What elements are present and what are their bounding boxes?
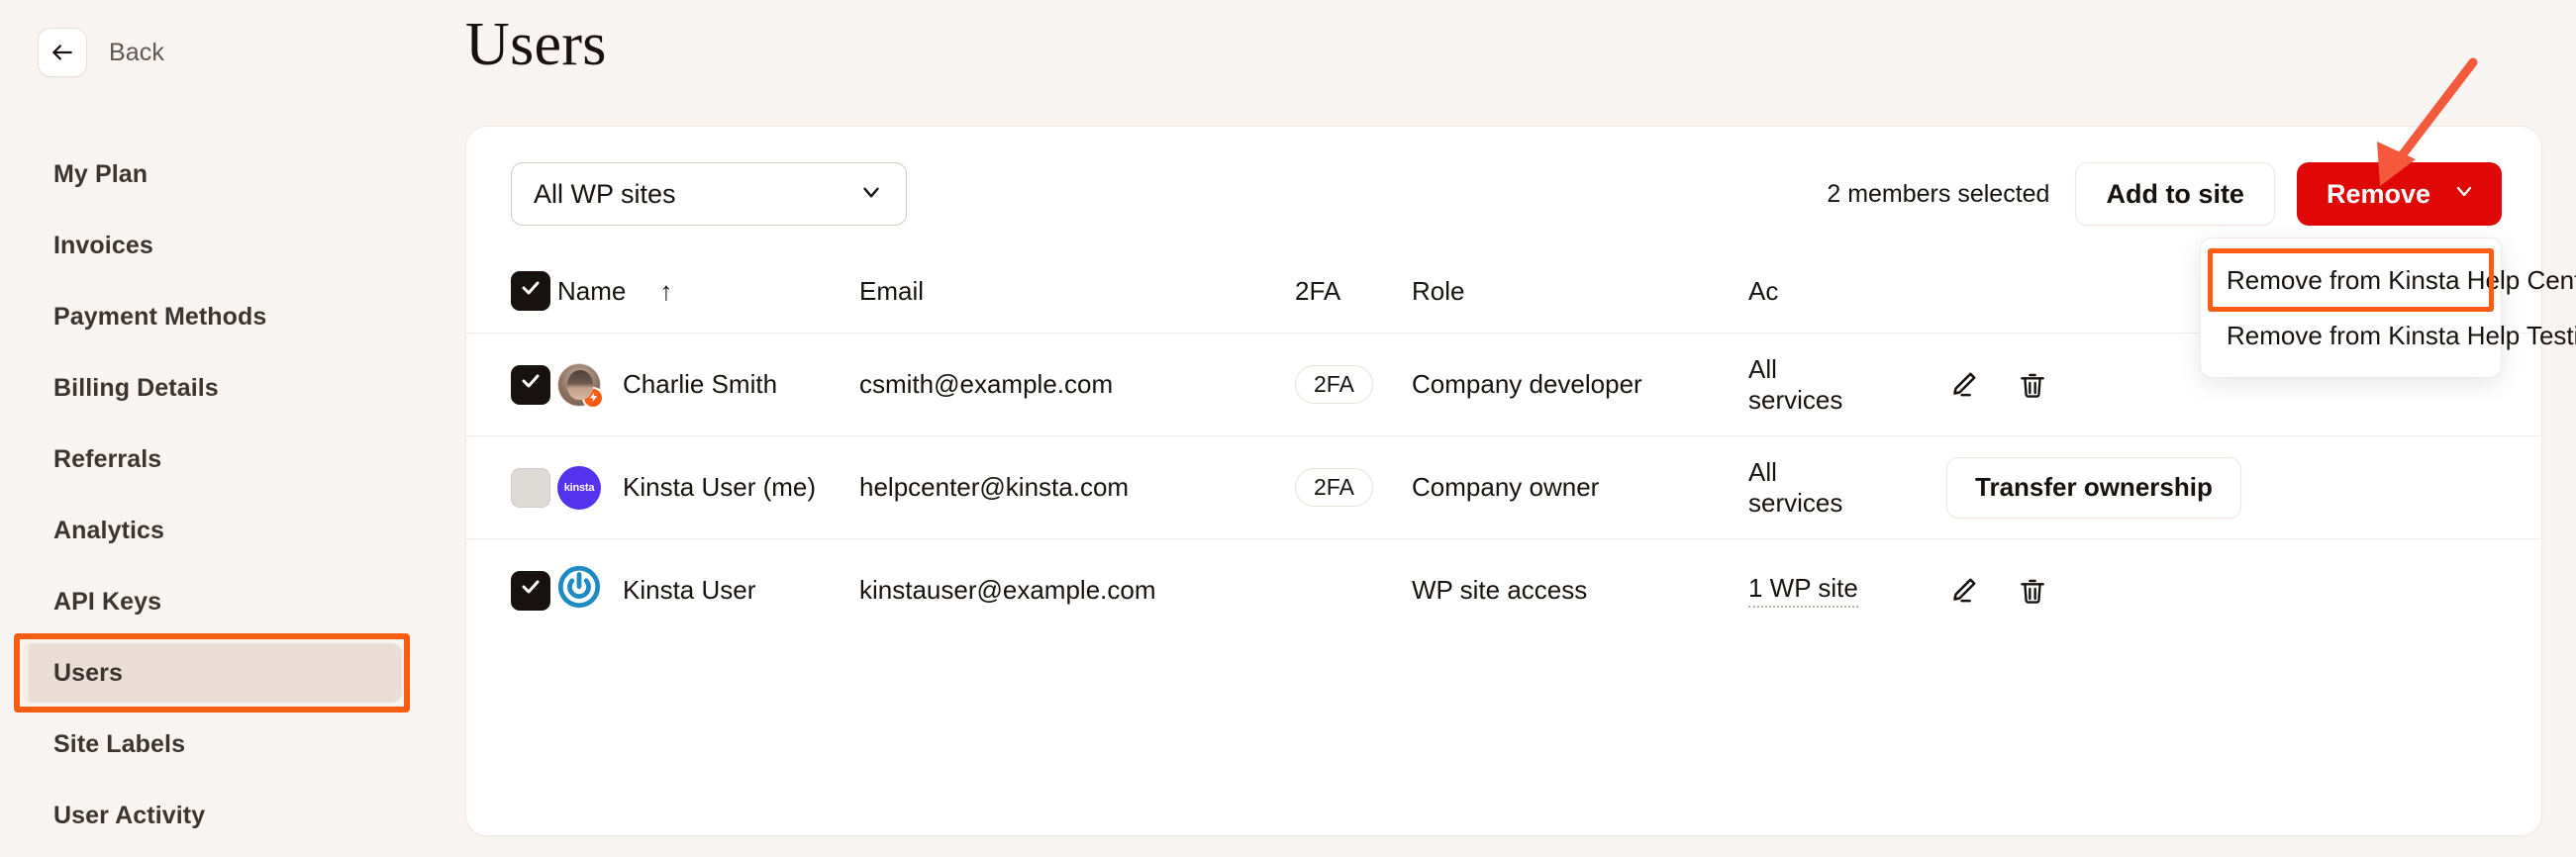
column-header-name-label: Name — [557, 275, 627, 306]
check-icon — [519, 276, 543, 307]
column-header-2fa[interactable]: 2FA — [1295, 276, 1412, 307]
sidebar-item-label: My Plan — [53, 159, 149, 188]
status-badge: 2FA — [1295, 365, 1373, 404]
avatar: kinsta — [557, 465, 601, 510]
access-line-2: services — [1748, 487, 1843, 518]
check-icon — [519, 575, 543, 606]
row-select-cell — [466, 570, 557, 611]
sidebar-item-label: API Keys — [53, 587, 162, 616]
check-icon — [519, 369, 543, 400]
twofa-cell: 2FA — [1295, 365, 1412, 404]
select-all-checkbox[interactable] — [511, 271, 550, 311]
back-navigation[interactable]: Back — [38, 28, 164, 77]
twofa-cell: 2FA — [1295, 468, 1412, 507]
add-to-site-button[interactable]: Add to site — [2075, 162, 2275, 226]
table-row[interactable]: kinsta Kinsta User (me) helpcenter@kinst… — [466, 435, 2541, 538]
bolt-badge-icon — [582, 386, 604, 409]
user-email: helpcenter@kinsta.com — [859, 472, 1130, 502]
user-access[interactable]: 1 WP site — [1748, 573, 1946, 608]
sidebar-item-site-labels[interactable]: Site Labels — [0, 709, 461, 780]
sidebar: Back My Plan Invoices Payment Methods Bi… — [0, 0, 461, 857]
site-filter-select[interactable]: All WP sites — [511, 162, 907, 226]
remove-dropdown-menu: Remove from Kinsta Help Center Remove fr… — [2200, 238, 2576, 378]
row-checkbox[interactable] — [511, 570, 550, 611]
sidebar-item-users[interactable]: Users — [0, 633, 461, 713]
user-role: Company developer — [1412, 369, 1642, 399]
avatar — [557, 362, 604, 409]
edit-icon[interactable] — [1946, 368, 1980, 402]
user-email: csmith@example.com — [859, 369, 1114, 399]
user-access: All services — [1748, 457, 1946, 518]
select-all-cell — [466, 271, 557, 311]
user-role: WP site access — [1412, 575, 1588, 605]
status-badge: 2FA — [1295, 468, 1373, 507]
sidebar-item-label: Site Labels — [53, 729, 186, 758]
table-row[interactable]: Kinsta User kinstauser@example.com WP si… — [466, 538, 2541, 641]
sidebar-item-api-keys[interactable]: API Keys — [0, 566, 461, 637]
column-header-name[interactable]: Name ↑ — [557, 276, 859, 307]
row-checkbox — [511, 467, 550, 508]
sidebar-nav: My Plan Invoices Payment Methods Billing… — [0, 139, 461, 851]
delete-icon[interactable] — [2016, 368, 2049, 402]
menu-item-remove-from-kinsta-help-center[interactable]: Remove from Kinsta Help Center — [2201, 248, 2576, 312]
sidebar-item-label: Invoices — [53, 231, 153, 259]
row-checkbox[interactable] — [511, 364, 550, 405]
delete-icon[interactable] — [2016, 574, 2049, 608]
sidebar-item-my-plan[interactable]: My Plan — [0, 139, 461, 210]
access-line-1: All — [1748, 353, 1777, 384]
kinsta-logo-text: kinsta — [563, 481, 595, 494]
edit-icon[interactable] — [1946, 574, 1980, 608]
users-toolbar: All WP sites 2 members selected Add to s… — [466, 127, 2541, 249]
transfer-ownership-button[interactable]: Transfer ownership — [1946, 456, 2241, 519]
access-line-1: All — [1748, 456, 1777, 487]
access-site-count-link[interactable]: 1 WP site — [1748, 573, 1858, 608]
user-name: Charlie Smith — [623, 369, 778, 399]
annotation-arrow — [2356, 54, 2485, 188]
sidebar-item-label: Users — [53, 658, 123, 687]
menu-item-label: Remove from Kinsta Help Testing — [2227, 320, 2576, 350]
sort-ascending-icon: ↑ — [659, 275, 673, 306]
user-name: Kinsta User — [623, 575, 756, 605]
sidebar-item-label: Analytics — [53, 516, 165, 544]
row-actions: Transfer ownership — [1946, 456, 2541, 519]
sidebar-item-label: User Activity — [53, 801, 206, 829]
row-select-cell — [466, 364, 557, 405]
back-label[interactable]: Back — [109, 39, 164, 67]
menu-item-label: Remove from Kinsta Help Center — [2227, 264, 2576, 295]
row-name-cell: kinsta Kinsta User (me) — [557, 465, 859, 510]
row-select-cell — [466, 467, 557, 508]
user-email: kinstauser@example.com — [859, 575, 1156, 605]
avatar — [557, 565, 601, 613]
sidebar-item-payment-methods[interactable]: Payment Methods — [0, 281, 461, 352]
site-filter-value: All WP sites — [534, 178, 676, 209]
access-line-2: services — [1748, 384, 1843, 415]
column-header-role[interactable]: Role — [1412, 276, 1748, 307]
row-actions — [1946, 574, 2541, 608]
row-name-cell: Charlie Smith — [557, 362, 859, 409]
row-name-cell: Kinsta User — [557, 565, 859, 613]
selection-count-label: 2 members selected — [1827, 179, 2050, 208]
sidebar-item-referrals[interactable]: Referrals — [0, 424, 461, 495]
chevron-down-icon — [858, 179, 884, 210]
column-header-access[interactable]: Ac — [1748, 276, 1946, 307]
user-role: Company owner — [1412, 472, 1600, 502]
sidebar-item-analytics[interactable]: Analytics — [0, 495, 461, 566]
sidebar-item-billing-details[interactable]: Billing Details — [0, 352, 461, 424]
sidebar-item-invoices[interactable]: Invoices — [0, 210, 461, 281]
column-header-email[interactable]: Email — [859, 276, 1295, 307]
sidebar-item-label: Billing Details — [53, 373, 219, 402]
users-card: All WP sites 2 members selected Add to s… — [465, 126, 2576, 836]
back-button[interactable] — [38, 28, 87, 77]
gravatar-power-icon — [557, 565, 601, 616]
sidebar-item-label: Payment Methods — [53, 302, 267, 331]
arrow-left-icon — [50, 40, 75, 65]
app-root: Back My Plan Invoices Payment Methods Bi… — [0, 0, 2576, 857]
sidebar-item-user-activity[interactable]: User Activity — [0, 780, 461, 851]
menu-item-remove-from-kinsta-help-testing[interactable]: Remove from Kinsta Help Testing — [2201, 308, 2576, 363]
page-title: Users — [465, 11, 607, 78]
sidebar-item-label: Referrals — [53, 444, 162, 473]
user-access: All services — [1748, 354, 1946, 415]
user-name: Kinsta User (me) — [623, 472, 817, 502]
